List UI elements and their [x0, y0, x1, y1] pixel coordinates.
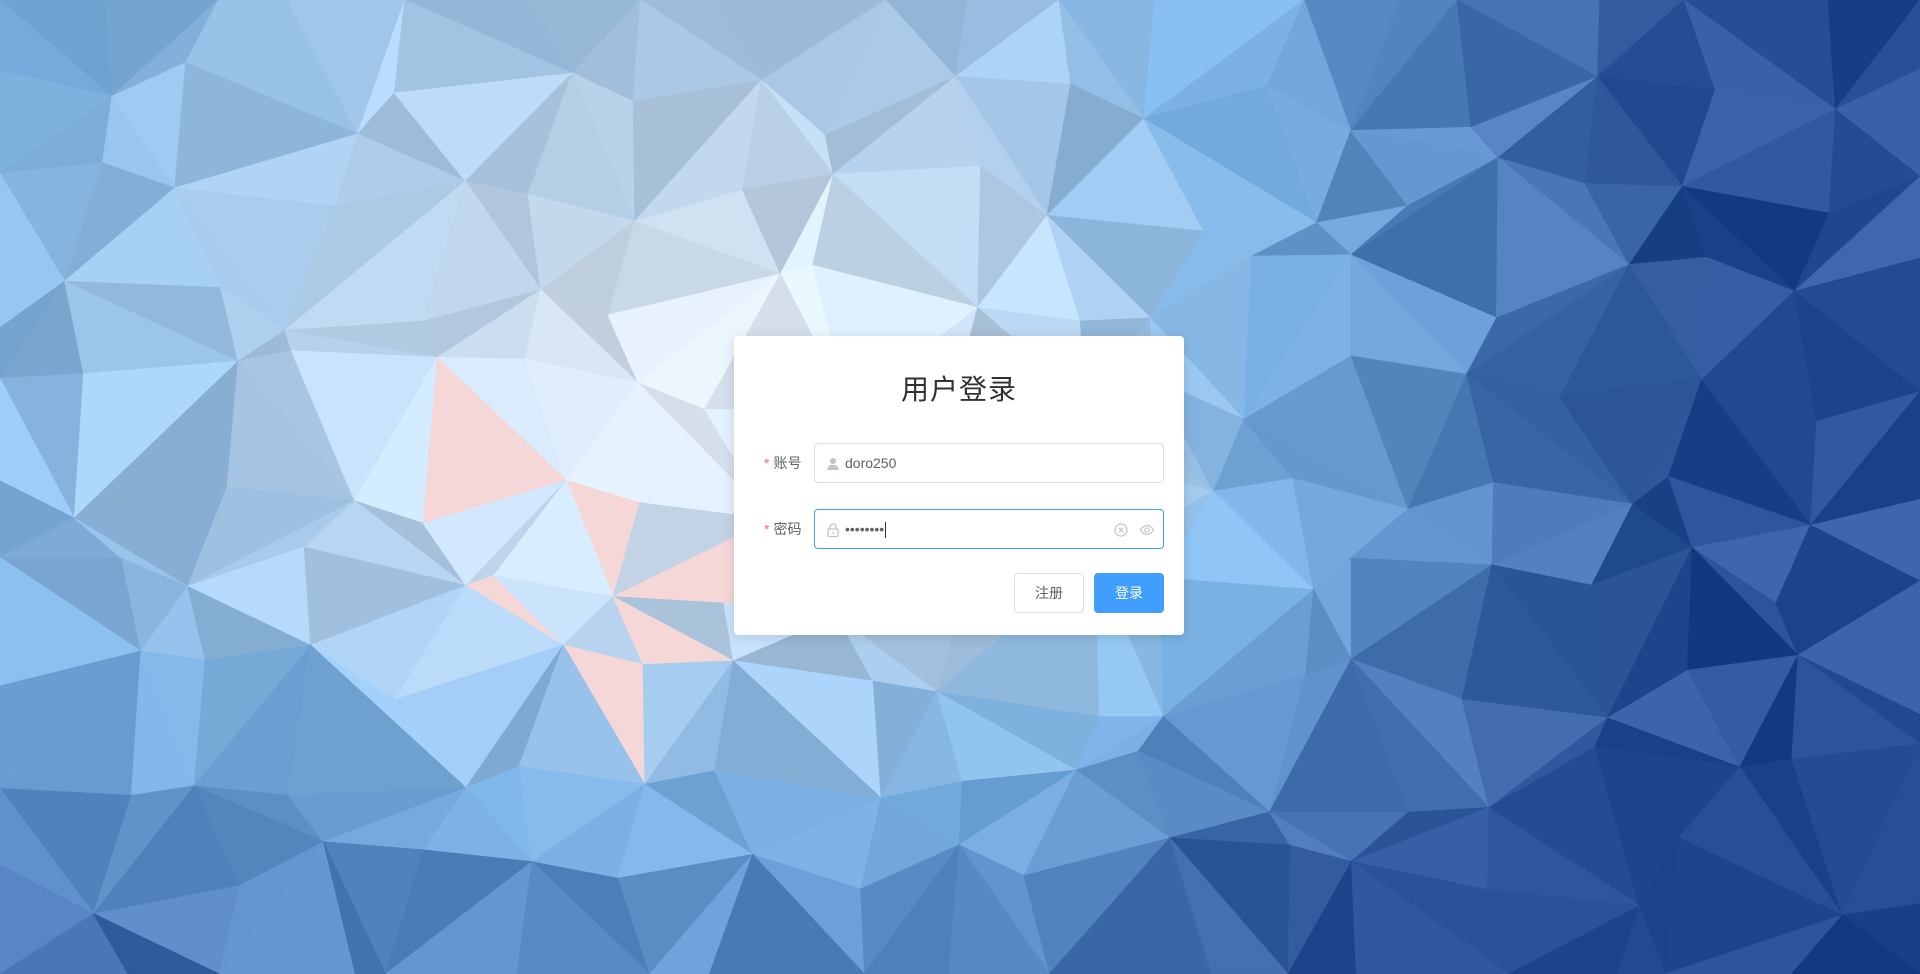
password-mask: ••••••••: [845, 521, 885, 537]
password-label-text: 密码: [773, 521, 802, 537]
eye-icon[interactable]: [1139, 522, 1155, 538]
required-mark: *: [764, 521, 770, 537]
password-input[interactable]: ••••••••: [814, 509, 1164, 549]
login-button[interactable]: 登录: [1094, 573, 1164, 613]
circle-close-icon[interactable]: [1113, 522, 1129, 538]
account-input[interactable]: doro250: [814, 443, 1164, 483]
account-form-item: * 账号 doro250: [734, 443, 1184, 483]
account-label: * 账号: [764, 443, 801, 483]
password-form-item: * 密码 ••••••••: [734, 509, 1184, 549]
login-card: 用户登录 * 账号 doro250 * 密码 •••••••• 注册 登录: [734, 336, 1184, 635]
user-icon: [827, 458, 839, 470]
page-title: 用户登录: [900, 374, 1017, 405]
register-button[interactable]: 注册: [1014, 573, 1084, 613]
text-caret: [885, 522, 887, 539]
password-label: * 密码: [764, 509, 801, 549]
account-label-text: 账号: [773, 455, 802, 471]
password-input-value: ••••••••: [845, 510, 887, 548]
lock-icon: [827, 523, 839, 538]
account-input-value: doro250: [845, 455, 897, 471]
required-mark: *: [764, 455, 770, 471]
